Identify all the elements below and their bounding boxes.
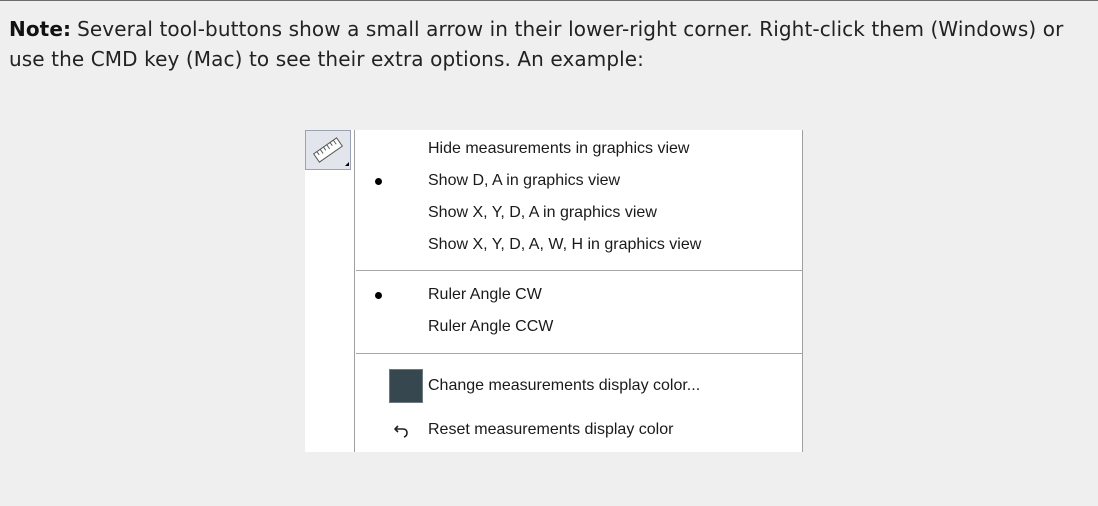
- note-label: Note:: [9, 17, 72, 41]
- menu-item-show-x-y-d-a[interactable]: Show X, Y, D, A in graphics view: [355, 198, 802, 228]
- menu-item-hide-measurements[interactable]: Hide measurements in graphics view: [355, 134, 802, 164]
- measure-tool-button[interactable]: [305, 130, 351, 170]
- menu-item-label: Show X, Y, D, A, W, H in graphics view: [428, 236, 702, 253]
- note-paragraph: Note: Several tool-buttons show a small a…: [9, 14, 1084, 74]
- selected-bullet-icon: [375, 178, 382, 185]
- toolbar-strip: [305, 130, 354, 452]
- menu-item-label: Reset measurements display color: [428, 421, 674, 438]
- options-menu: Hide measurements in graphics view Show …: [354, 130, 803, 452]
- menu-item-change-color[interactable]: Change measurements display color...: [355, 368, 802, 406]
- context-menu-example: Hide measurements in graphics view Show …: [305, 130, 803, 452]
- note-box: Note: Several tool-buttons show a small a…: [0, 0, 1098, 506]
- menu-item-label: Ruler Angle CW: [428, 286, 542, 303]
- menu-item-show-x-y-d-a-w-h[interactable]: Show X, Y, D, A, W, H in graphics view: [355, 230, 802, 260]
- menu-item-show-d-a[interactable]: Show D, A in graphics view: [355, 166, 802, 196]
- options-arrow-icon: [345, 162, 349, 166]
- undo-arrow-icon: [394, 425, 408, 438]
- menu-separator: [356, 270, 802, 272]
- menu-item-label: Change measurements display color...: [428, 377, 701, 394]
- menu-item-ruler-angle-cw[interactable]: Ruler Angle CW: [355, 280, 802, 310]
- menu-item-ruler-angle-ccw[interactable]: Ruler Angle CCW: [355, 312, 802, 342]
- note-body: Several tool-buttons show a small arrow …: [9, 17, 1064, 71]
- menu-item-label: Hide measurements in graphics view: [428, 140, 690, 157]
- selected-bullet-icon: [375, 292, 382, 299]
- menu-item-label: Show D, A in graphics view: [428, 172, 621, 189]
- menu-item-reset-color[interactable]: Reset measurements display color: [355, 415, 802, 445]
- menu-separator: [356, 353, 802, 355]
- menu-item-label: Show X, Y, D, A in graphics view: [428, 204, 657, 221]
- color-swatch: [389, 369, 423, 403]
- menu-item-label: Ruler Angle CCW: [428, 318, 554, 335]
